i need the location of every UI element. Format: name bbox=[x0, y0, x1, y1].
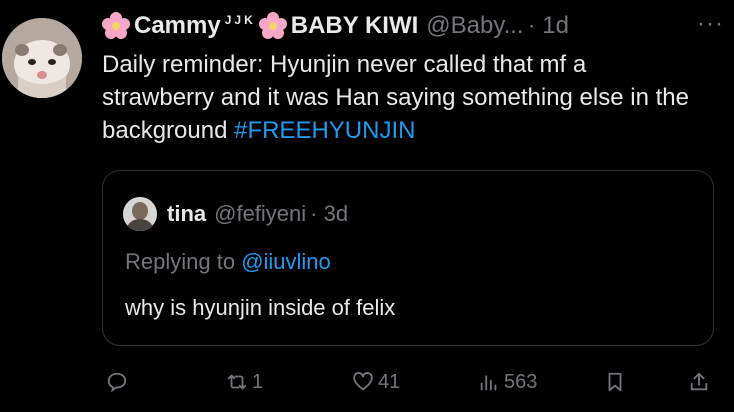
quote-header: tina @fefiyeni · 3d bbox=[123, 197, 348, 231]
replying-to: Replying to @iiuvlino bbox=[125, 249, 331, 275]
reply-button[interactable] bbox=[106, 366, 128, 398]
share-button[interactable] bbox=[688, 366, 710, 398]
bookmark-button[interactable] bbox=[604, 366, 626, 398]
quote-time[interactable]: · 3d bbox=[310, 201, 348, 227]
views-icon bbox=[480, 375, 497, 391]
retweet-count: 1 bbox=[252, 370, 264, 393]
like-count: 41 bbox=[378, 370, 401, 393]
quote-text: why is hyunjin inside of felix bbox=[125, 295, 396, 320]
heart-icon bbox=[353, 372, 373, 391]
like-button[interactable]: 41 bbox=[352, 366, 400, 398]
share-icon bbox=[690, 372, 708, 391]
author-handle[interactable]: @Baby... bbox=[426, 12, 523, 40]
author-name-superscript: JJK bbox=[224, 13, 256, 27]
cherry-blossom-icon bbox=[102, 12, 130, 39]
replying-mention[interactable]: @iiuvlino bbox=[241, 249, 331, 274]
quote-author-name[interactable]: tina bbox=[167, 201, 206, 227]
retweet-icon bbox=[227, 374, 247, 390]
hashtag-link[interactable]: #FREEHYUNJIN bbox=[234, 117, 415, 144]
author-name[interactable]: Cammy JJK BABY KIWI bbox=[102, 12, 418, 40]
more-options-icon[interactable]: ··· bbox=[697, 10, 724, 38]
replying-prefix: Replying to bbox=[125, 249, 242, 274]
tweet-actions: 1 41 563 bbox=[102, 366, 714, 398]
tweet-text: Daily reminder: Hyunjin never called tha… bbox=[102, 48, 702, 147]
views-button[interactable]: 563 bbox=[478, 366, 537, 398]
quote-avatar-image bbox=[123, 197, 157, 231]
quote-author-handle[interactable]: @fefiyeni bbox=[214, 201, 306, 227]
author-display-name: Cammy bbox=[134, 12, 221, 39]
quoted-tweet[interactable]: tina @fefiyeni · 3d Replying to @iiuvlin… bbox=[102, 170, 714, 346]
bookmark-icon bbox=[608, 372, 622, 392]
reply-icon bbox=[107, 372, 127, 393]
views-count: 563 bbox=[504, 370, 538, 393]
avatar[interactable] bbox=[2, 18, 82, 98]
retweet-button[interactable]: 1 bbox=[226, 366, 263, 398]
quote-avatar[interactable] bbox=[123, 197, 157, 231]
cherry-blossom-icon bbox=[258, 12, 287, 39]
tweet-time[interactable]: · 1d bbox=[528, 12, 569, 40]
tweet-header: Cammy JJK BABY KIWI @Baby... · 1d ··· bbox=[102, 8, 724, 44]
ferret-avatar-image bbox=[2, 18, 82, 98]
author-name-suffix: BABY KIWI bbox=[290, 12, 419, 39]
